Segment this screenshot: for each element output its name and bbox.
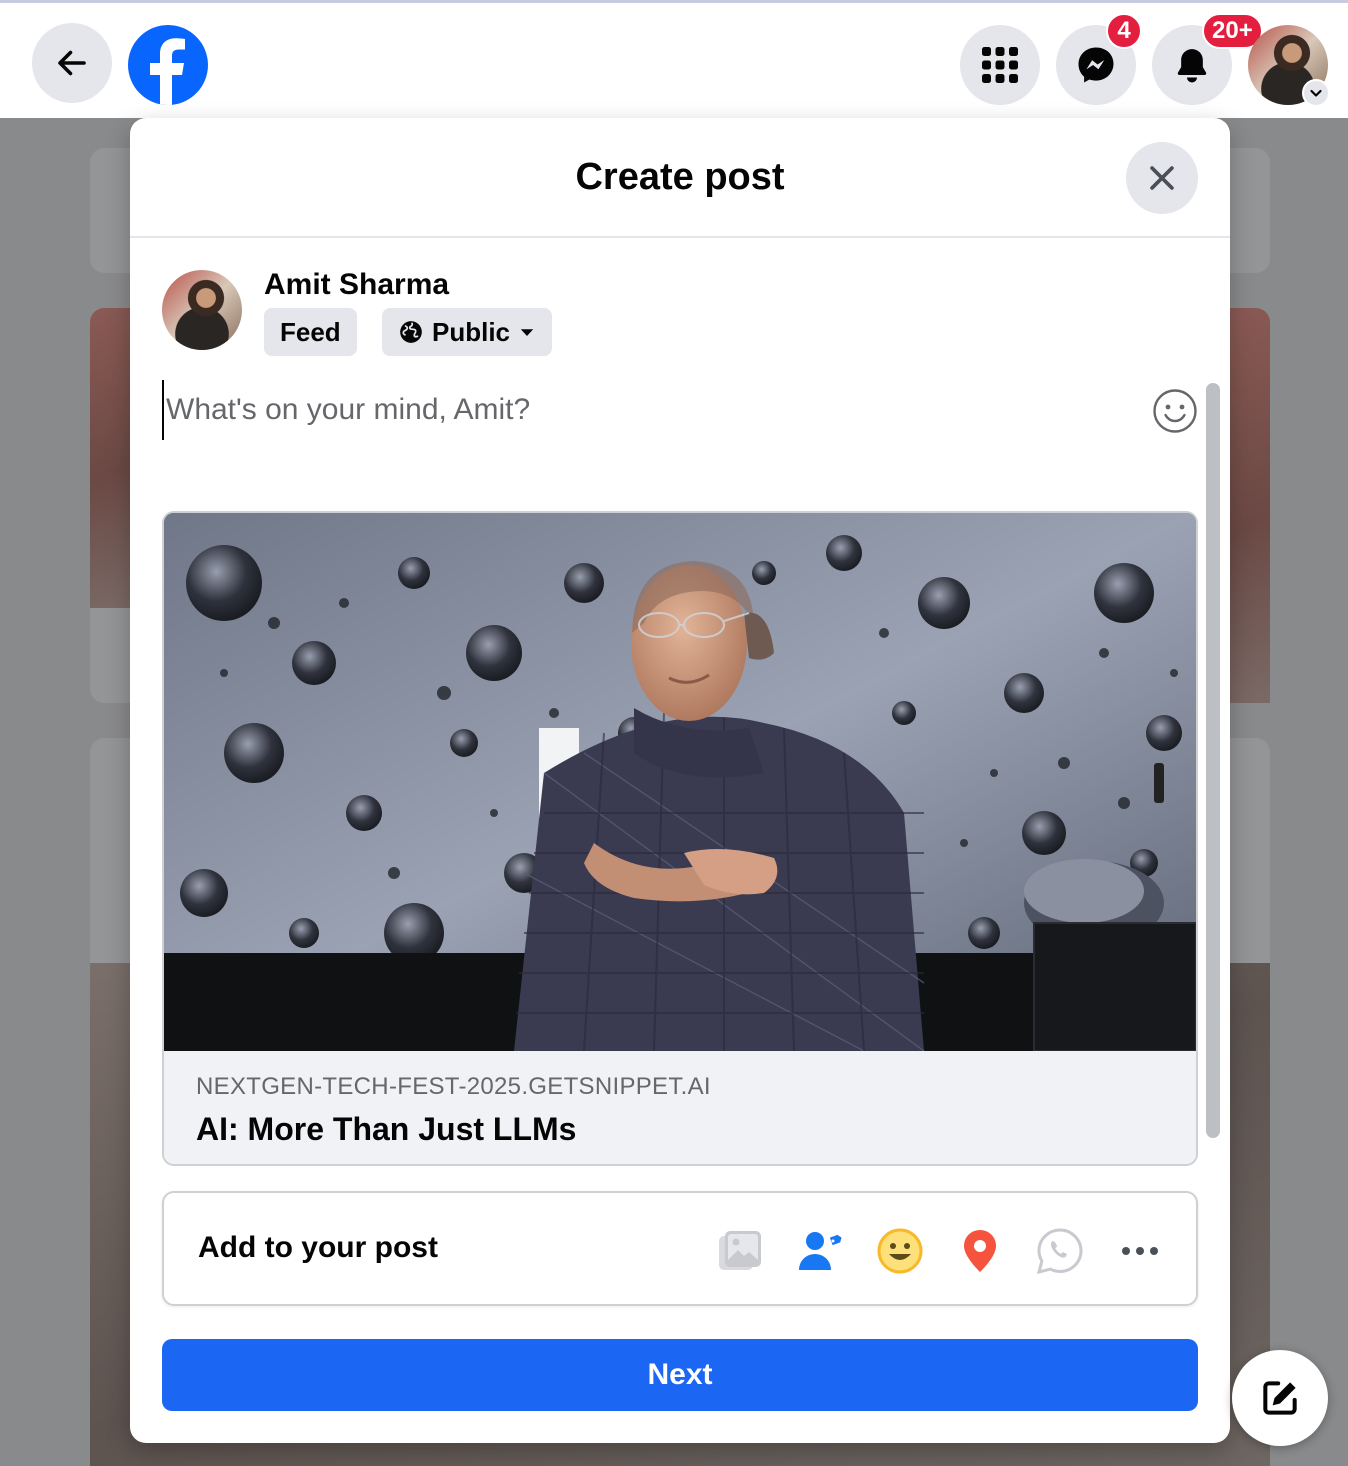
grid-menu-icon [982,47,1018,83]
check-in-button[interactable] [954,1225,1006,1277]
tag-people-icon [799,1232,842,1270]
facebook-f-icon [150,38,185,105]
top-navigation-bar: 4 20+ [0,0,1348,118]
author-avatar [162,270,242,350]
feed-audience-button[interactable]: Feed [264,308,357,356]
add-to-post-bar: Add to your post [162,1191,1198,1306]
link-title: AI: More Than Just LLMs [196,1111,577,1147]
dialog-header: Create post [130,118,1230,238]
background-post-image [90,308,134,608]
globe-icon [400,321,422,343]
link-preview-card[interactable]: NEXTGEN-TECH-FEST-2025.GETSNIPPET.AI AI:… [162,511,1198,1166]
check-in-icon [964,1230,996,1272]
new-message-button[interactable] [1232,1350,1328,1446]
account-menu-button[interactable] [1302,79,1330,107]
caret-down-icon [520,329,534,336]
chevron-down-icon [1310,89,1322,97]
privacy-label: Public [432,316,511,347]
whatsapp-icon [1036,1228,1083,1275]
speaker-photo [164,513,1196,1051]
dialog-title: Create post [575,155,785,198]
post-text-input[interactable] [162,380,1122,440]
more-options-button[interactable] [1114,1225,1166,1277]
messenger-icon [1078,47,1114,83]
link-preview-image [164,513,1196,1051]
link-preview-meta: NEXTGEN-TECH-FEST-2025.GETSNIPPET.AI AI:… [164,1051,1196,1164]
feeling-activity-button[interactable] [874,1225,926,1277]
privacy-selector[interactable]: Public [382,308,553,356]
dialog-scrollbar[interactable] [1206,383,1220,1138]
add-to-post-label: Add to your post [198,1231,438,1264]
post-author: Amit Sharma Feed Public [162,268,762,358]
back-button[interactable] [32,23,112,103]
compose-icon [1263,1381,1297,1415]
messenger-badge: 4 [1106,13,1142,49]
photo-video-icon [719,1231,761,1270]
author-name: Amit Sharma [264,268,450,301]
whatsapp-button[interactable] [1034,1225,1086,1277]
create-post-dialog: Create post Amit Sharma Feed Public What… [130,118,1230,1443]
feeling-icon [877,1228,923,1274]
emoji-button[interactable] [1152,388,1198,434]
facebook-logo[interactable] [128,25,208,105]
bell-icon [1177,49,1207,83]
link-domain: NEXTGEN-TECH-FEST-2025.GETSNIPPET.AI [196,1073,711,1100]
feed-label: Feed [280,316,341,347]
more-icon [1122,1247,1158,1255]
back-arrow-icon [58,50,86,76]
smiley-icon [1153,389,1197,433]
next-button[interactable]: Next [162,1339,1198,1411]
close-icon [1150,166,1174,190]
tag-people-button[interactable] [794,1225,846,1277]
close-button[interactable] [1126,142,1198,214]
photo-video-button[interactable] [714,1225,766,1277]
menu-button[interactable] [960,25,1040,105]
